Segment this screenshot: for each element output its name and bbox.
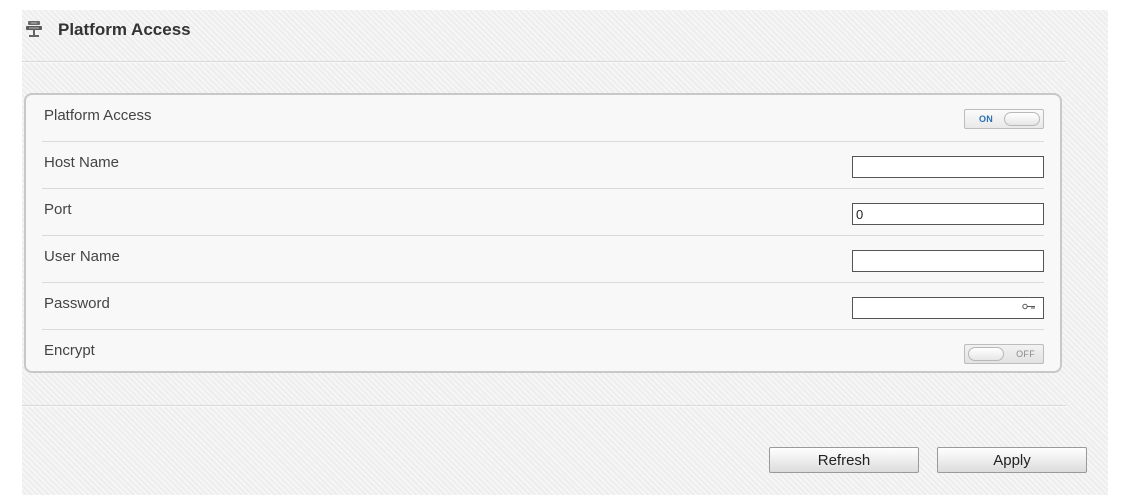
page-title: Platform Access [58,20,191,39]
platform-access-label: Platform Access [44,107,152,124]
platform-access-toggle[interactable]: ON [964,109,1044,129]
encrypt-toggle[interactable]: OFF [964,344,1044,364]
password-input[interactable] [852,297,1044,319]
header-divider [22,61,1066,63]
host-name-input[interactable] [852,156,1044,178]
port-input[interactable] [852,203,1044,225]
toggle-state-label: OFF [1016,349,1035,359]
form-row-password: Password [42,283,1044,330]
form-row-host-name: Host Name [42,142,1044,189]
user-name-input[interactable] [852,250,1044,272]
toggle-state-label: ON [979,114,994,124]
port-label: Port [44,201,72,218]
footer-divider [22,405,1066,407]
toggle-knob [1004,112,1040,126]
apply-button[interactable]: Apply [937,447,1087,473]
user-name-label: User Name [44,248,120,265]
encrypt-label: Encrypt [44,342,95,359]
form-row-encrypt: Encrypt OFF [42,330,1044,376]
form-row-user-name: User Name [42,236,1044,283]
server-icon [24,20,44,40]
page-header: Platform Access [24,10,191,50]
refresh-button[interactable]: Refresh [769,447,919,473]
password-label: Password [44,295,110,312]
form-row-platform-access: Platform Access ON [42,95,1044,142]
platform-access-form: Platform Access ON Host Name Port User N… [24,93,1062,373]
host-name-label: Host Name [44,154,120,171]
form-row-port: Port [42,189,1044,236]
toggle-knob [968,347,1004,361]
